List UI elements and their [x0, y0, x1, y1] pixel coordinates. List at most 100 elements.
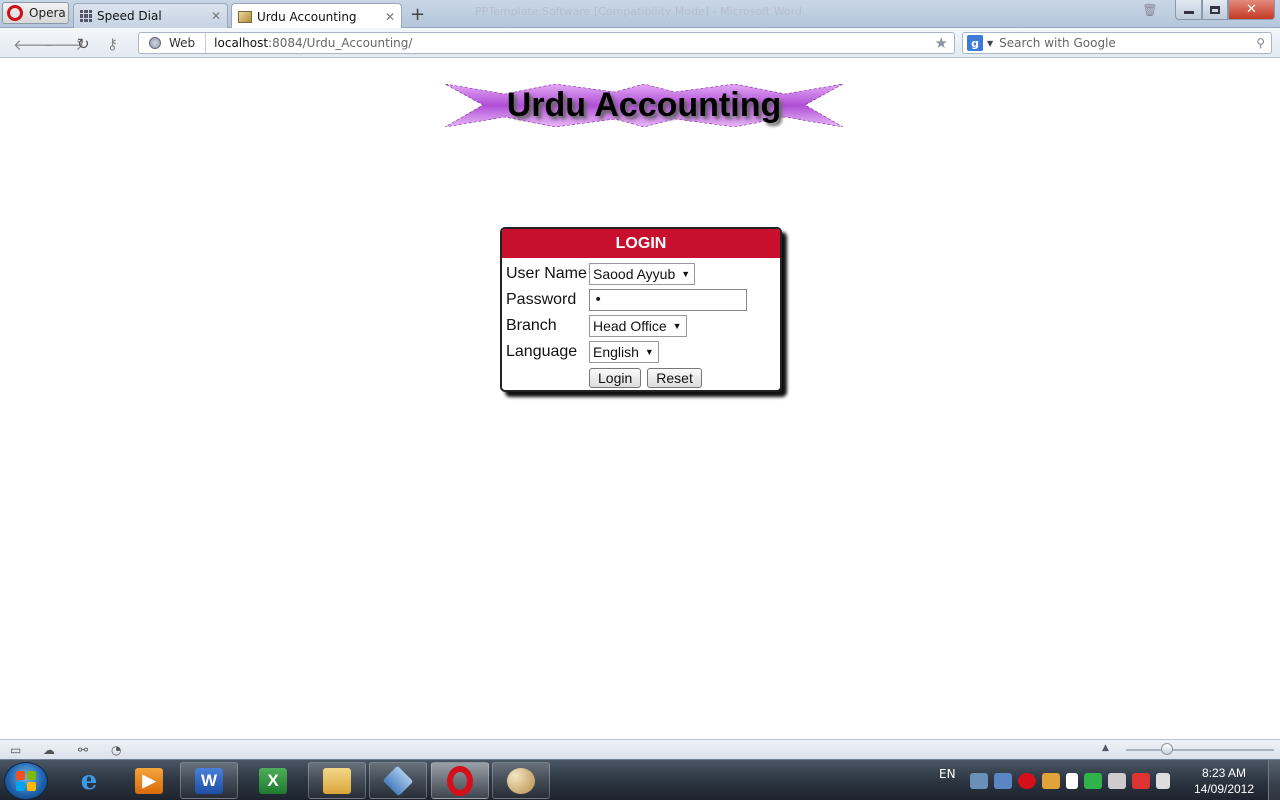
- clock-time: 8:23 AM: [1201, 766, 1247, 780]
- password-label: Password: [506, 291, 577, 308]
- language-select[interactable]: English ▼: [589, 341, 659, 363]
- excel-icon: X: [259, 767, 287, 794]
- url-host: localhost: [214, 36, 269, 50]
- search-input[interactable]: Search with Google: [999, 36, 1256, 50]
- clock[interactable]: 8:23 AM 14/09/2012: [1188, 765, 1260, 797]
- virtualbox-cube-icon: [382, 765, 414, 796]
- start-button[interactable]: [4, 762, 48, 800]
- branch-label: Branch: [506, 317, 557, 334]
- update-icon[interactable]: [994, 772, 1012, 789]
- address-bar[interactable]: Web localhost:8084/Urdu_Accounting/ ★: [138, 32, 955, 54]
- internet-explorer-icon: e: [80, 765, 98, 796]
- word-icon: W: [195, 767, 223, 794]
- username-value: Saood Ayyub: [593, 266, 676, 282]
- username-row: User Name Saood Ayyub ▼: [506, 262, 696, 286]
- chevron-down-icon[interactable]: ▼: [987, 39, 993, 48]
- login-header: LOGIN: [502, 229, 780, 258]
- panel-toggle-icon[interactable]: ▭: [10, 743, 21, 757]
- opera-menu-label: Opera: [29, 6, 66, 20]
- opera-logo-icon: [7, 5, 23, 21]
- bookmark-star-icon[interactable]: ★: [935, 34, 948, 52]
- minimize-icon: [1183, 11, 1194, 14]
- language-indicator[interactable]: EN: [939, 764, 956, 784]
- taskbar-excel[interactable]: X: [244, 762, 302, 799]
- volume-icon[interactable]: [1156, 772, 1170, 789]
- opera-turbo-icon[interactable]: ◔: [111, 743, 121, 757]
- tab-label: Speed Dial: [97, 9, 162, 23]
- tab-close-icon[interactable]: ✕: [211, 9, 221, 23]
- taskbar-media-player[interactable]: ▶: [120, 762, 178, 799]
- username-select[interactable]: Saood Ayyub ▼: [589, 263, 696, 285]
- language-row: Language English ▼: [506, 340, 659, 364]
- taskbar-word[interactable]: W: [180, 762, 238, 799]
- maximize-button[interactable]: [1202, 0, 1228, 20]
- chevron-down-icon: ▼: [644, 347, 654, 357]
- trash-icon[interactable]: 🗑: [1138, 0, 1162, 20]
- taskbar-file-explorer[interactable]: [308, 762, 366, 799]
- folder-icon: [323, 767, 351, 794]
- network-warning-icon[interactable]: [1132, 772, 1150, 789]
- zoom-slider[interactable]: [1126, 749, 1274, 751]
- chevron-up-icon[interactable]: ▲: [1102, 743, 1109, 753]
- opera-link-icon[interactable]: ⚯: [78, 743, 88, 757]
- login-button[interactable]: Login: [589, 368, 642, 388]
- security-check-icon[interactable]: [1084, 772, 1102, 789]
- windows-logo-icon: [16, 771, 36, 791]
- show-desktop-button[interactable]: [1268, 760, 1280, 800]
- banner: Urdu Accounting: [445, 84, 843, 127]
- reload-icon[interactable]: ↻: [77, 35, 90, 53]
- taskbar-internet-explorer[interactable]: e: [60, 762, 118, 799]
- chevron-down-icon: ▼: [681, 269, 691, 279]
- minimize-button[interactable]: [1175, 0, 1202, 20]
- login-panel: LOGIN User Name Saood Ayyub ▼ Password •…: [500, 227, 782, 392]
- background-window-title: PPTemplate Software [Compatibility Mode]…: [475, 5, 802, 18]
- tab-label: Urdu Accounting: [257, 9, 357, 24]
- browser-tab-bar: Opera Speed Dial ✕ Urdu Accounting ✕ + P…: [0, 0, 1280, 29]
- paint-palette-icon: [507, 767, 535, 794]
- opera-tray-icon[interactable]: [1018, 772, 1036, 789]
- action-center-flag-icon[interactable]: [1066, 772, 1078, 789]
- network-share-icon[interactable]: [970, 772, 988, 789]
- google-icon[interactable]: g: [967, 35, 983, 51]
- media-player-icon: ▶: [135, 767, 163, 794]
- banner-title: Urdu Accounting: [506, 86, 782, 124]
- password-row: Password •: [506, 288, 747, 312]
- new-tab-plus-icon[interactable]: +: [410, 4, 425, 25]
- branch-select[interactable]: Head Office ▼: [589, 315, 687, 337]
- url-text[interactable]: localhost:8084/Urdu_Accounting/: [206, 36, 954, 50]
- site-favicon-icon: [238, 10, 252, 23]
- login-actions: Login Reset: [589, 366, 702, 390]
- speed-dial-grid-icon: [80, 10, 92, 22]
- search-box[interactable]: g ▼ Search with Google ⚲: [962, 32, 1272, 54]
- language-value: English: [593, 344, 639, 360]
- reset-button[interactable]: Reset: [647, 368, 702, 388]
- windows-taskbar: e ▶ W X EN 8:23 AM 14/09/2012: [0, 759, 1280, 800]
- branch-value: Head Office: [593, 318, 667, 334]
- opera-icon: [447, 765, 473, 796]
- taskbar-opera[interactable]: [431, 762, 489, 799]
- chevron-down-icon: ▼: [672, 321, 682, 331]
- branch-row: Branch Head Office ▼: [506, 314, 687, 338]
- taskbar-paint[interactable]: [492, 762, 550, 799]
- word-tray-icon[interactable]: [1042, 772, 1060, 789]
- close-window-button[interactable]: ✕: [1228, 0, 1275, 20]
- web-label: Web: [169, 36, 196, 50]
- search-icon[interactable]: ⚲: [1256, 36, 1265, 50]
- tab-urdu-accounting[interactable]: Urdu Accounting ✕: [231, 3, 402, 29]
- key-icon[interactable]: ⚷: [107, 35, 118, 53]
- username-label: User Name: [506, 265, 587, 282]
- language-label: Language: [506, 343, 578, 360]
- device-icon[interactable]: [1108, 772, 1126, 789]
- tab-close-icon[interactable]: ✕: [385, 10, 395, 24]
- maximize-icon: [1210, 5, 1220, 14]
- url-path: :8084/Urdu_Accounting/: [268, 36, 413, 50]
- taskbar-virtualbox[interactable]: [369, 762, 427, 799]
- zoom-slider-handle[interactable]: [1161, 743, 1173, 755]
- tab-speed-dial[interactable]: Speed Dial ✕: [73, 3, 228, 28]
- opera-unite-cloud-icon[interactable]: ☁: [43, 743, 55, 757]
- password-field[interactable]: •: [589, 289, 747, 311]
- system-tray: [970, 760, 1170, 800]
- web-badge[interactable]: Web: [139, 33, 207, 53]
- opera-menu-button[interactable]: Opera: [2, 2, 69, 24]
- browser-status-bar: ▭ ☁ ⚯ ◔ ▲: [0, 739, 1280, 759]
